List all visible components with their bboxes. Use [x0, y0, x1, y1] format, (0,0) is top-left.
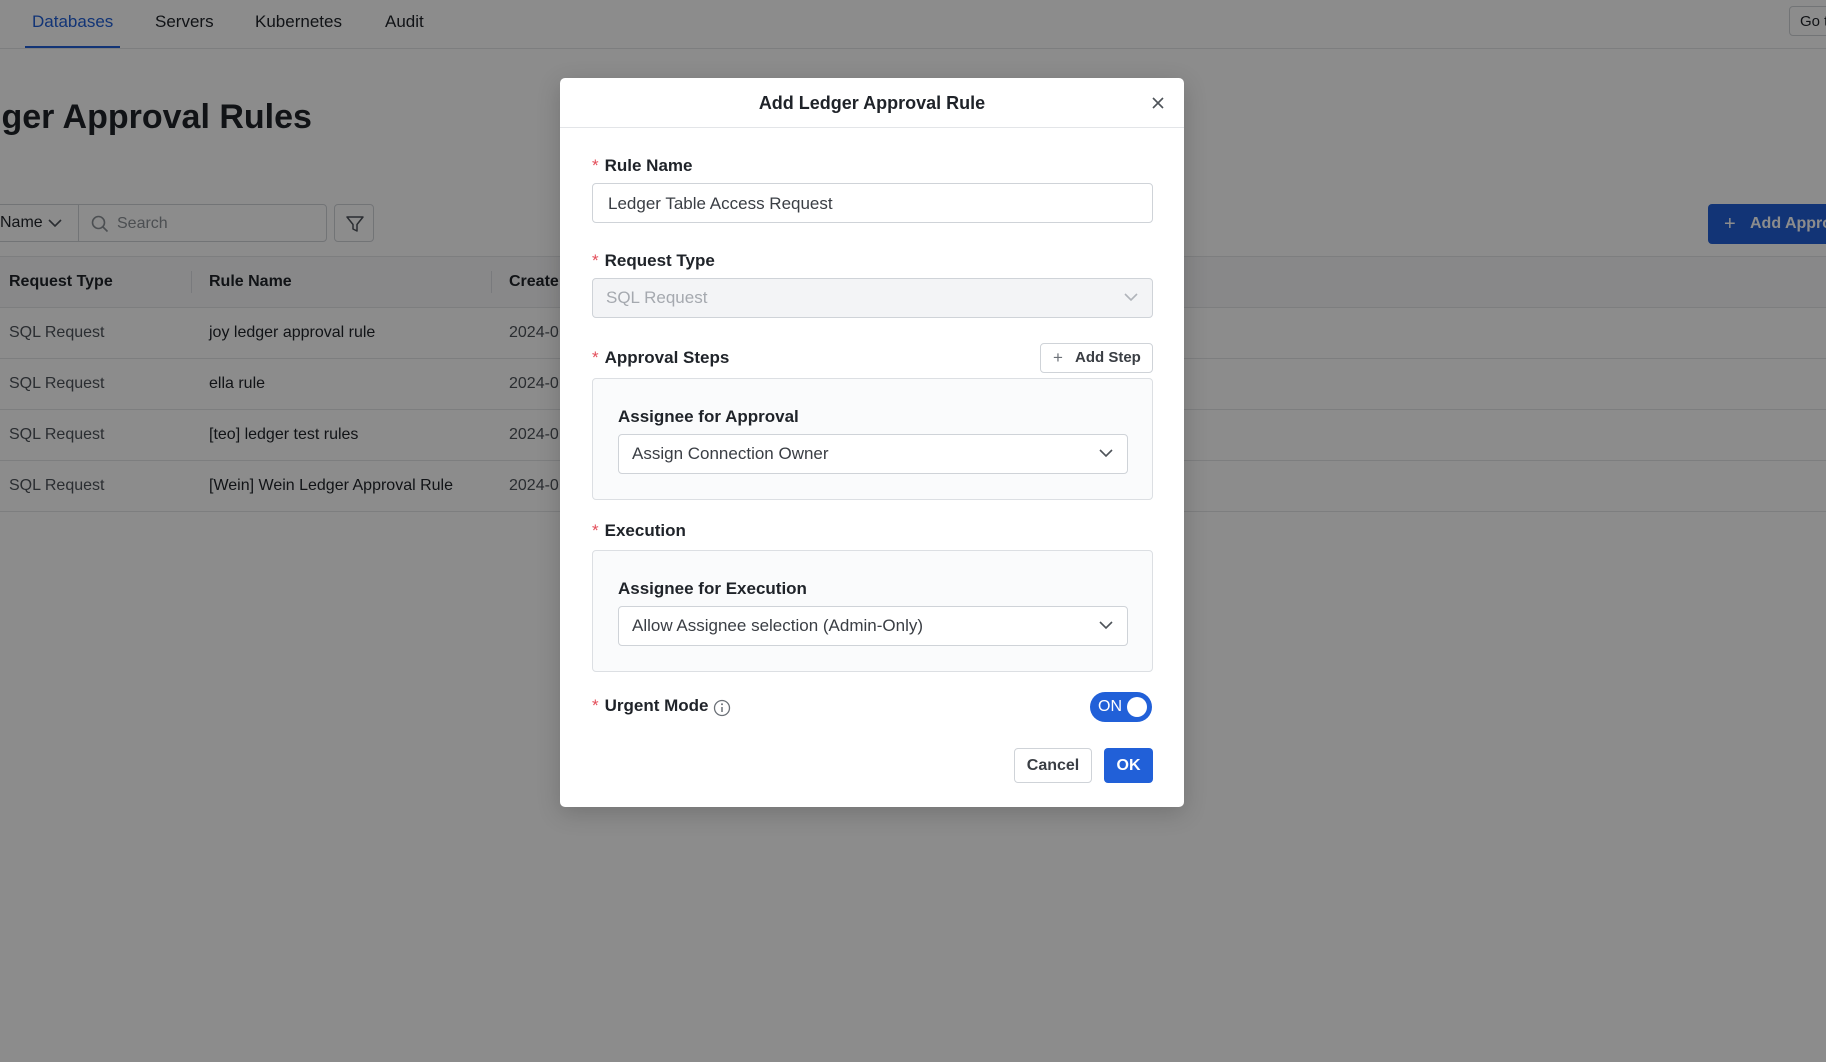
rule-name-input[interactable] — [606, 184, 1140, 224]
approval-assignee-select[interactable]: Assign Connection Owner — [618, 434, 1128, 474]
ok-button[interactable]: OK — [1104, 748, 1153, 783]
dialog-title: Add Ledger Approval Rule — [758, 93, 986, 113]
urgent-mode-label: * Urgent Mode — [592, 696, 709, 715]
execution-assignee-label: Assignee for Execution — [618, 579, 807, 598]
chevron-down-icon — [1124, 293, 1138, 302]
request-type-label: * Request Type — [592, 251, 715, 270]
required-mark: * — [592, 156, 599, 175]
chevron-down-icon — [1099, 621, 1113, 630]
request-type-value: SQL Request — [606, 288, 708, 307]
add-step-button[interactable]: + Add Step — [1040, 343, 1153, 373]
plus-icon: + — [1053, 348, 1063, 367]
toggle-state-label: ON — [1098, 698, 1122, 715]
dialog-header: Add Ledger Approval Rule — [560, 78, 1184, 128]
rule-name-field — [592, 183, 1153, 224]
required-mark: * — [592, 251, 599, 270]
rule-name-label: * Rule Name — [592, 156, 693, 175]
toggle-knob — [1127, 697, 1147, 717]
approval-assignee-value: Assign Connection Owner — [632, 444, 829, 463]
close-icon[interactable] — [1150, 95, 1166, 111]
required-mark: * — [592, 348, 599, 367]
chevron-down-icon — [1099, 449, 1113, 458]
add-rule-dialog: Add Ledger Approval Rule *Rule Name *Req… — [560, 78, 1184, 807]
urgent-mode-toggle[interactable]: ON — [1090, 692, 1152, 722]
cancel-button[interactable]: Cancel — [1014, 748, 1092, 783]
execution-label: * Execution — [592, 521, 686, 540]
execution-panel: Assignee for Execution Allow Assignee se… — [592, 550, 1153, 672]
approval-steps-label: * Approval Steps — [592, 348, 730, 367]
add-step-label: Add Step — [1075, 349, 1141, 366]
required-mark: * — [592, 521, 599, 540]
info-icon[interactable] — [713, 699, 731, 717]
approval-assignee-label: Assignee for Approval — [618, 407, 799, 426]
execution-assignee-value: Allow Assignee selection (Admin-Only) — [632, 616, 924, 635]
execution-assignee-select[interactable]: Allow Assignee selection (Admin-Only) — [618, 606, 1128, 646]
approval-step-panel: Assignee for Approval Assign Connection … — [592, 378, 1153, 500]
required-mark: * — [592, 696, 599, 715]
request-type-select[interactable]: SQL Request — [592, 278, 1153, 318]
